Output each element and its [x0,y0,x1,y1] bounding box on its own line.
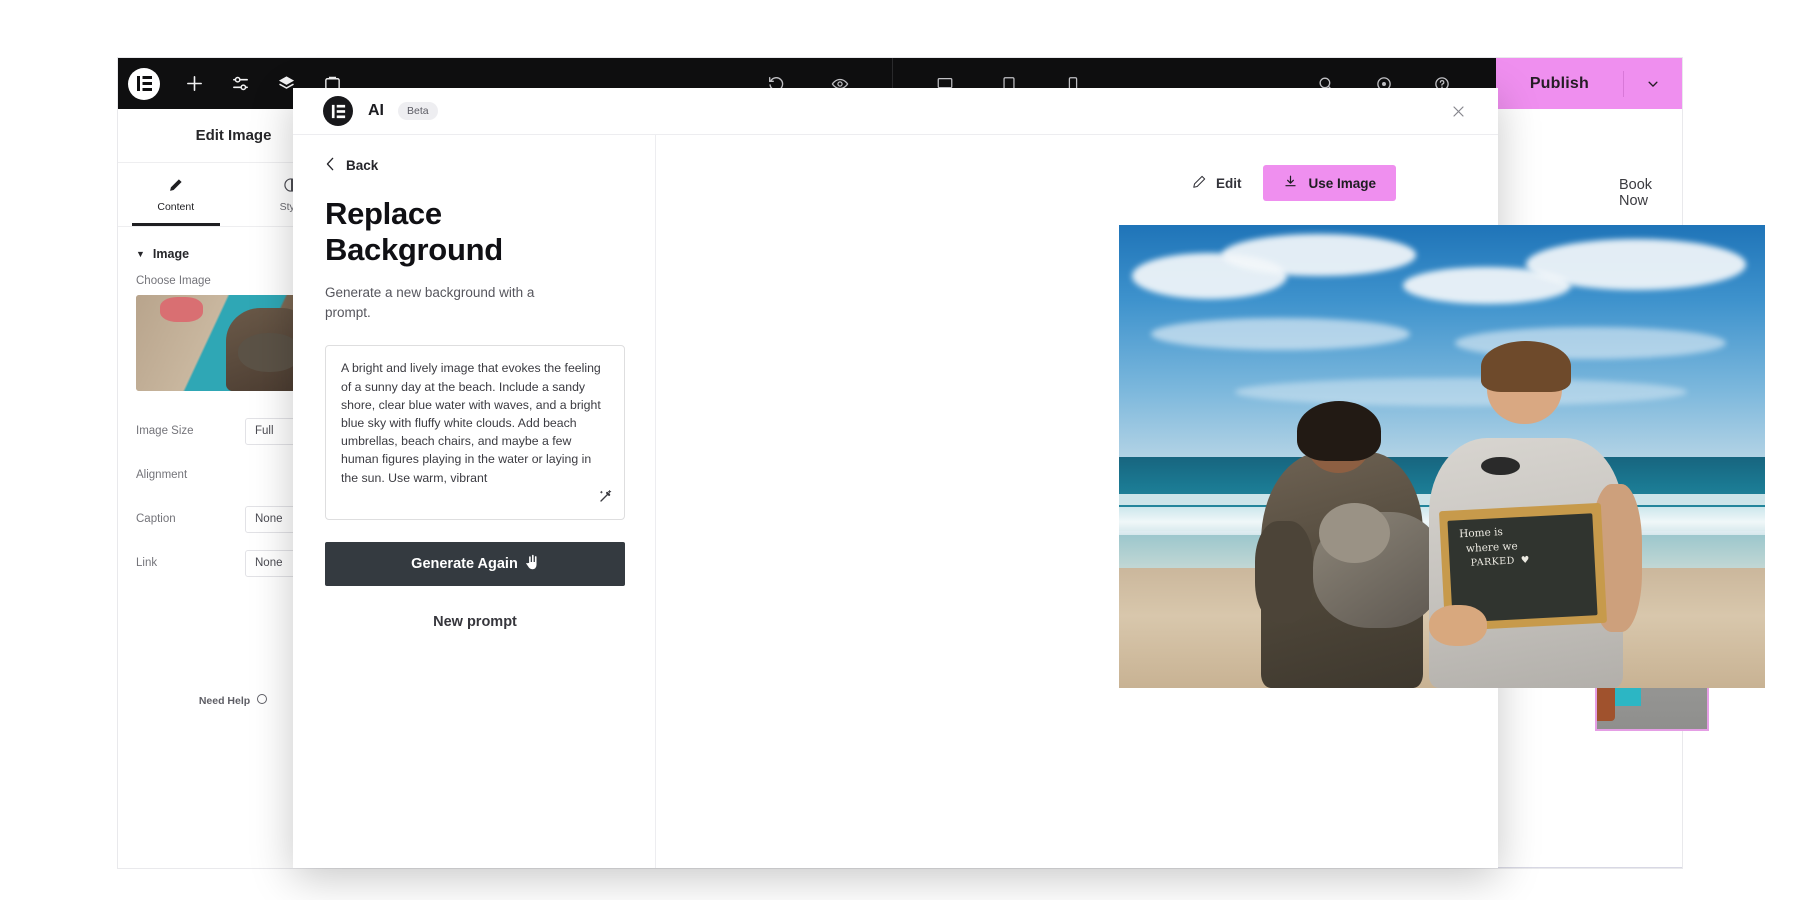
edit-button[interactable]: Edit [1192,174,1242,192]
ai-modal-header: AI Beta [293,88,1498,135]
man-sunglasses-on-shirt [1480,456,1520,476]
cloud [1235,377,1688,406]
chevron-down-icon[interactable] [1624,77,1682,91]
close-icon[interactable] [1446,99,1470,123]
thumbnail-cloth [159,296,203,322]
page-title: Replace Background [325,196,503,267]
edit-label: Edit [1215,175,1242,191]
ai-modal: AI Beta Back Replace Background Generate… [293,88,1765,868]
tab-content-label: Content [157,200,195,213]
control-label: Image Size [136,425,194,437]
pointing-hand-cursor [524,553,539,575]
woman-hair [1296,400,1381,462]
publish-button-group[interactable]: Publish [1495,58,1682,109]
control-label: Alignment [136,469,188,481]
section-image-label: Image [152,247,190,261]
use-image-label: Use Image [1308,175,1376,191]
dog-head [1319,502,1391,563]
ai-modal-left-column: Back Replace Background Generate a new b… [293,135,656,868]
ai-modal-body: Back Replace Background Generate a new b… [293,135,1765,868]
pencil-icon [1192,174,1207,192]
generate-again-button[interactable]: Generate Again [325,542,625,587]
download-icon [1283,174,1298,192]
tab-content[interactable]: Content [118,163,234,226]
cloud [1525,238,1746,290]
control-label: Link [136,557,158,569]
generate-again-label: Generate Again [411,556,518,573]
use-image-button[interactable]: Use Image [1263,165,1396,201]
woman-arm [1254,521,1313,624]
book-now-label[interactable]: Book Now [1619,177,1682,209]
chevron-left-icon [325,157,336,174]
heart-icon: ♥ [1520,554,1531,567]
screenshot-root: Publish Edit Image Content Style ▼ Image… [0,0,1800,900]
magic-wand-icon[interactable] [598,489,613,509]
chalkboard-line-3: PARKED [1470,555,1516,569]
prompt-input[interactable]: A bright and lively image that evokes th… [325,345,625,521]
page-subtitle: Generate a new background with a prompt. [325,284,535,321]
man-hand-holding-board [1429,604,1488,647]
help-circle-icon [256,693,268,708]
elementor-ai-logo-icon [323,96,353,126]
ai-modal-title: AI [368,102,384,119]
new-prompt-button[interactable]: New prompt [325,614,625,630]
ai-modal-right-column: Edit Use Image Home is where we PARKED ♥ [656,135,1765,868]
cloud [1222,234,1417,276]
chalkboard-text: Home is where we PARKED ♥ [1453,518,1593,618]
add-element-plus-icon[interactable] [182,72,206,96]
image-actions-toolbar: Edit Use Image [1192,165,1396,201]
caret-down-icon: ▼ [136,249,145,259]
back-button[interactable]: Back [325,157,623,174]
back-label: Back [346,158,379,173]
beta-badge: Beta [398,102,438,120]
cloud [1151,317,1410,350]
man-hair [1480,340,1572,392]
need-help-label: Need Help [198,694,251,707]
generated-image[interactable]: Home is where we PARKED ♥ [1119,225,1765,688]
settings-sliders-icon[interactable] [228,72,252,96]
pencil-icon [168,177,184,193]
publish-button[interactable]: Publish [1496,75,1623,93]
thumbnail-dog [237,333,301,372]
elementor-logo-icon[interactable] [128,67,160,100]
prompt-value[interactable]: A bright and lively image that evokes th… [341,359,609,486]
control-label: Caption [136,513,176,525]
